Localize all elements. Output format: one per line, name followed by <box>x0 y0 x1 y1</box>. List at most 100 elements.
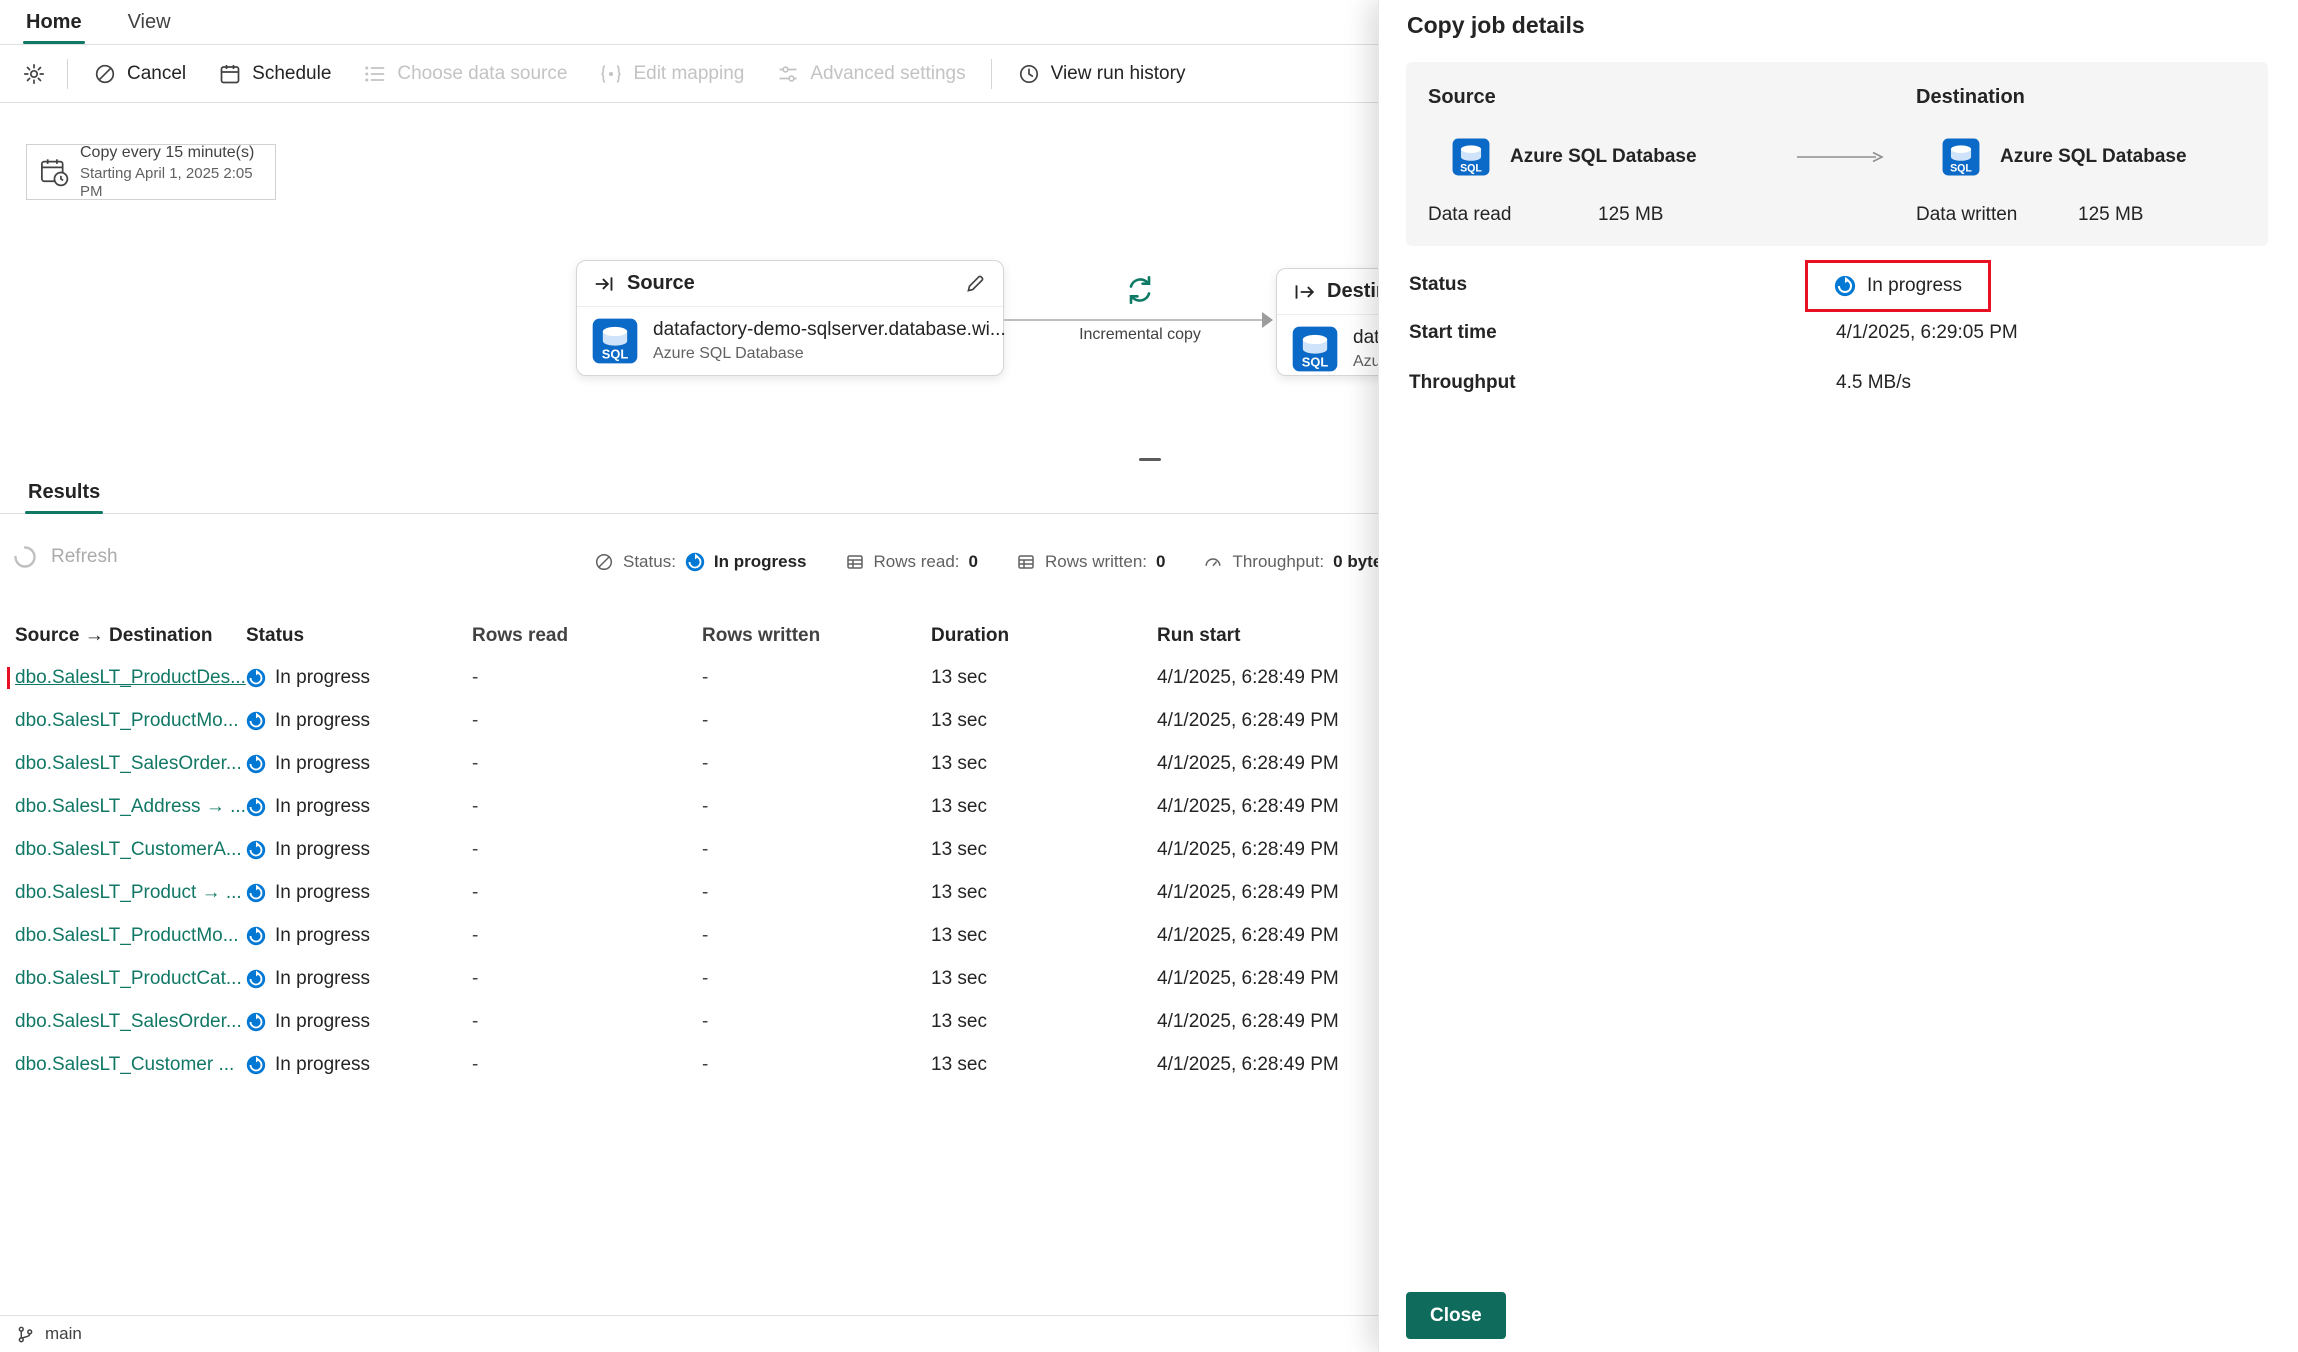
col-rows-read[interactable]: Rows read <box>472 625 702 647</box>
row-source-link[interactable]: dbo.SalesLT_SalesOrder... <box>15 1011 242 1032</box>
panel-destination-label: Destination <box>1916 86 2025 109</box>
row-source-link[interactable]: dbo.SalesLT_SalesOrder... <box>15 753 242 774</box>
row-run-start: 4/1/2025, 6:28:49 PM <box>1157 968 1378 990</box>
svg-text:SQL: SQL <box>1950 163 1972 175</box>
destination-node-card[interactable]: Destination SQL datafactory-demo-sqlserv… <box>1276 268 1378 376</box>
row-source-link[interactable]: dbo.SalesLT_ProductDes... <box>15 667 246 688</box>
row-status-label: In progress <box>275 796 370 818</box>
results-table: Source → Destination Status Rows read Ro… <box>0 616 1378 1086</box>
source-node-card[interactable]: Source SQL datafactory-demo-sqlserver.da… <box>576 260 1004 376</box>
in-progress-icon <box>246 754 266 774</box>
row-status-cell: In progress <box>246 710 472 732</box>
schedule-label: Schedule <box>252 63 331 85</box>
row-source-link[interactable]: dbo.SalesLT_ProductMo... <box>15 710 239 731</box>
data-written-label: Data written <box>1916 204 2017 226</box>
row-rows-written: - <box>702 796 931 818</box>
row-rows-read: - <box>472 925 702 947</box>
panel-source-type: Azure SQL Database <box>1510 146 1697 168</box>
in-progress-icon <box>246 1055 266 1075</box>
git-branch-icon <box>16 1325 35 1344</box>
table-row[interactable]: dbo.SalesLT_Customer ... In progress - -… <box>0 1043 1378 1086</box>
destination-connection-name: datafactory-demo-sqlserver.database.wi..… <box>1353 327 1378 349</box>
view-run-history-button[interactable]: View run history <box>1001 52 1202 96</box>
row-source-link[interactable]: dbo.SalesLT_ProductMo... <box>15 925 239 946</box>
tab-home[interactable]: Home <box>20 0 88 44</box>
svg-text:SQL: SQL <box>1460 163 1482 175</box>
tab-results[interactable]: Results <box>25 478 103 513</box>
connector-line <box>1004 319 1266 321</box>
tab-view[interactable]: View <box>122 0 177 44</box>
summary-rows-written: Rows written: 0 <box>1016 552 1166 572</box>
table-row[interactable]: dbo.SalesLT_ProductCat... In progress - … <box>0 957 1378 1000</box>
table-row[interactable]: dbo.SalesLT_ProductDes... In progress - … <box>0 656 1378 699</box>
connector-arrowhead <box>1262 312 1273 328</box>
col-duration[interactable]: Duration <box>931 625 1157 647</box>
row-duration: 13 sec <box>931 710 1157 732</box>
col-run-start[interactable]: Run start <box>1157 625 1378 647</box>
summary-status-value: In progress <box>714 552 807 572</box>
cancel-button[interactable]: Cancel <box>77 52 202 96</box>
edit-source-button[interactable] <box>963 272 987 296</box>
table-row[interactable]: dbo.SalesLT_Address → ... In progress - … <box>0 785 1378 828</box>
row-source-link[interactable]: dbo.SalesLT_Customer ... <box>15 1054 234 1075</box>
table-row[interactable]: dbo.SalesLT_ProductMo... In progress - -… <box>0 699 1378 742</box>
row-status-label: In progress <box>275 1011 370 1033</box>
col-status[interactable]: Status <box>246 625 472 647</box>
run-summary-row: Status: In progress Rows read: 0 Rows wr… <box>594 548 1378 576</box>
settings-button[interactable] <box>10 52 58 96</box>
azure-sql-icon: SQL <box>1942 138 1980 176</box>
source-node-title: Source <box>627 272 695 295</box>
row-rows-written: - <box>702 968 931 990</box>
status-field-label: Status <box>1409 274 1467 296</box>
schedule-banner-text: Copy every 15 minute(s) Starting April 1… <box>80 143 263 200</box>
table-row[interactable]: dbo.SalesLT_Product → ... In progress - … <box>0 871 1378 914</box>
edit-mapping-button: Edit mapping <box>583 52 760 96</box>
destination-node-body: SQL datafactory-demo-sqlserver.database.… <box>1277 315 1378 383</box>
row-rows-read: - <box>472 796 702 818</box>
row-rows-written: - <box>702 1011 931 1033</box>
row-source-link[interactable]: dbo.SalesLT_Product → ... <box>15 882 242 903</box>
data-source-list-icon <box>363 62 387 86</box>
throughput-value: 4.5 MB/s <box>1836 372 1911 394</box>
row-rows-written: - <box>702 667 931 689</box>
schedule-start: Starting April 1, 2025 2:05 PM <box>80 165 263 201</box>
row-duration: 13 sec <box>931 753 1157 775</box>
choose-data-source-button: Choose data source <box>347 52 583 96</box>
row-status-cell: In progress <box>246 753 472 775</box>
row-status-label: In progress <box>275 1054 370 1076</box>
schedule-button[interactable]: Schedule <box>202 52 347 96</box>
row-rows-read: - <box>472 753 702 775</box>
incremental-copy-icon[interactable] <box>1122 272 1158 308</box>
row-status-label: In progress <box>275 882 370 904</box>
row-source-link[interactable]: dbo.SalesLT_CustomerA... <box>15 839 242 860</box>
summary-status-label: Status: <box>623 552 676 572</box>
summary-rows-read-label: Rows read: <box>874 552 960 572</box>
table-row[interactable]: dbo.SalesLT_SalesOrder... In progress - … <box>0 742 1378 785</box>
row-source-link[interactable]: dbo.SalesLT_Address → ... <box>15 796 246 817</box>
schedule-frequency: Copy every 15 minute(s) <box>80 143 263 162</box>
row-duration: 13 sec <box>931 667 1157 689</box>
row-rows-written: - <box>702 839 931 861</box>
col-source-destination[interactable]: Source → Destination <box>0 625 246 647</box>
choose-data-source-label: Choose data source <box>397 63 567 85</box>
row-status-cell: In progress <box>246 667 472 689</box>
source-node-info: datafactory-demo-sqlserver.database.wi..… <box>653 319 1006 363</box>
table-row[interactable]: dbo.SalesLT_SalesOrder... In progress - … <box>0 1000 1378 1043</box>
row-run-start: 4/1/2025, 6:28:49 PM <box>1157 1054 1378 1076</box>
col-rows-written[interactable]: Rows written <box>702 625 931 647</box>
row-rows-read: - <box>472 882 702 904</box>
row-source-link[interactable]: dbo.SalesLT_ProductCat... <box>15 968 242 989</box>
table-row[interactable]: dbo.SalesLT_ProductMo... In progress - -… <box>0 914 1378 957</box>
close-button[interactable]: Close <box>1406 1292 1506 1339</box>
row-rows-read: - <box>472 839 702 861</box>
advanced-settings-label: Advanced settings <box>810 63 965 85</box>
annotation-box-status: In progress <box>1805 260 1991 312</box>
branch-selector[interactable]: main <box>45 1324 82 1344</box>
in-progress-icon <box>1834 275 1856 297</box>
status-icon <box>594 552 614 572</box>
table-row[interactable]: dbo.SalesLT_CustomerA... In progress - -… <box>0 828 1378 871</box>
canvas-collapse-handle[interactable] <box>1139 458 1161 461</box>
panel-title: Copy job details <box>1407 12 1585 39</box>
row-run-start: 4/1/2025, 6:28:49 PM <box>1157 710 1378 732</box>
panel-source-label: Source <box>1428 86 1496 109</box>
